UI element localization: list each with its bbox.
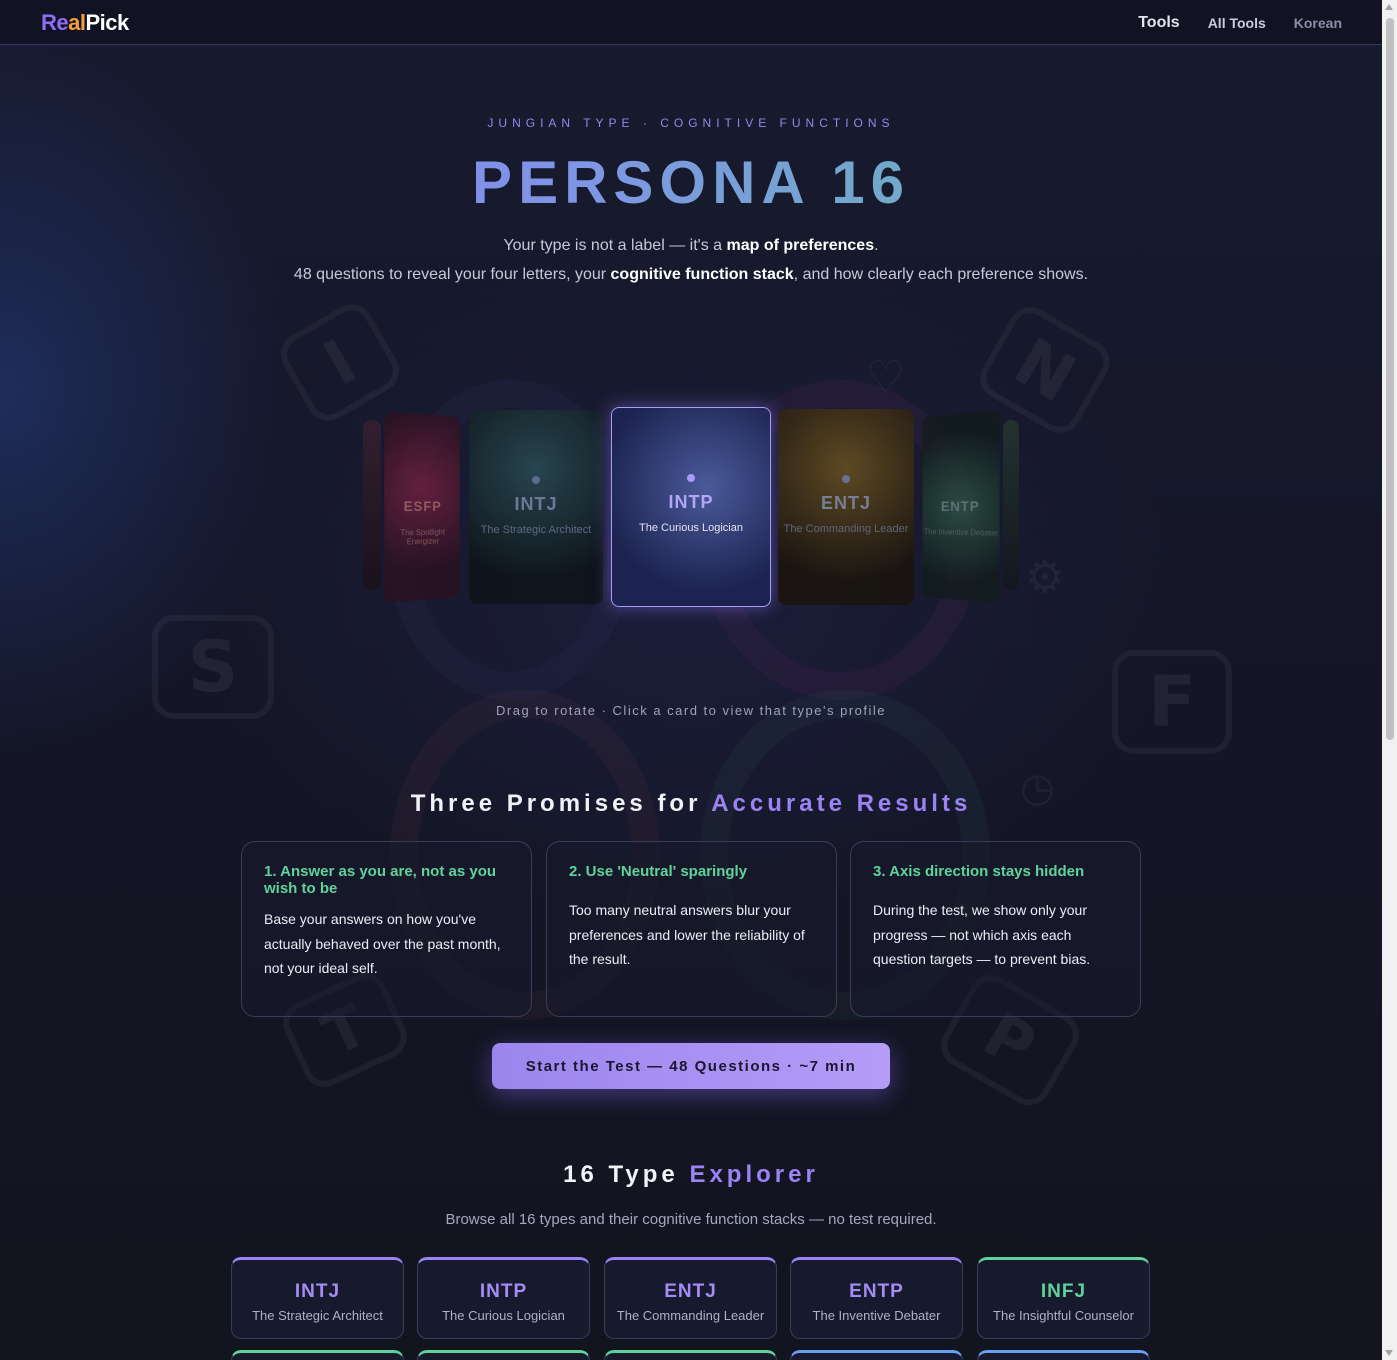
type-code: INTJ — [294, 1281, 341, 1302]
type-card-row2[interactable] — [604, 1350, 777, 1360]
promise-card-2: 2. Use 'Neutral' sparingly Too many neut… — [546, 841, 837, 1017]
scroll-down-arrow-icon[interactable] — [1385, 1350, 1393, 1356]
card-dot-icon — [532, 476, 540, 484]
carousel-card-intp-active[interactable]: INTP The Curious Logician — [611, 407, 771, 607]
card-type-code: ENTP — [940, 497, 980, 515]
explorer-heading-accent: Explorer — [689, 1161, 819, 1188]
explorer-heading-text: 16 Type — [563, 1161, 690, 1188]
decor-letter-f-icon: F — [1112, 650, 1232, 754]
card-dot-icon — [842, 475, 850, 483]
type-card-row2[interactable] — [790, 1350, 963, 1360]
card-type-code: INTJ — [514, 494, 558, 514]
type-card-entp[interactable]: ENTP The Inventive Debater — [790, 1257, 963, 1339]
card-type-nickname: The Strategic Architect — [480, 524, 592, 536]
hero-line1-text: Your type is not a label — it's a — [503, 237, 727, 254]
type-card-intj[interactable]: INTJ The Strategic Architect — [231, 1257, 404, 1339]
carousel-card-edge — [363, 420, 381, 590]
card-type-nickname: The Curious Logician — [639, 522, 743, 534]
decor-heart-icon: ♡ — [866, 352, 906, 403]
carousel-card-intj[interactable]: INTJ The Strategic Architect — [469, 410, 603, 604]
hero-eyebrow: JUNGIAN TYPE · COGNITIVE FUNCTIONS — [487, 116, 895, 130]
carousel-card-esfp[interactable]: ESFP The Spotlight Energizer — [384, 411, 460, 603]
carousel-card-entj[interactable]: ENTJ The Commanding Leader — [778, 409, 914, 605]
promise-body: Base your answers on how you've actually… — [264, 911, 501, 976]
realpick-logo[interactable]: RealPick — [41, 10, 129, 36]
scroll-up-arrow-icon[interactable] — [1385, 4, 1393, 10]
promise-title: 1. Answer as you are, not as you wish to… — [264, 863, 497, 897]
nav-links: Tools All Tools Korean — [1138, 0, 1342, 45]
type-card-intp[interactable]: INTP The Curious Logician — [417, 1257, 590, 1339]
logo-part-al: al — [68, 10, 86, 35]
type-card-row2[interactable] — [231, 1350, 404, 1360]
promise-body: During the test, we show only your progr… — [873, 902, 1091, 967]
hero-subtitle-line1: Your type is not a label — it's a map of… — [0, 237, 1382, 255]
card-type-nickname: The Spotlight Energizer — [400, 527, 445, 547]
type-name: The Strategic Architect — [252, 1308, 383, 1323]
hero-line2-text: 48 questions to reveal your four letters… — [293, 266, 611, 283]
page-title: PERSONA 16 — [0, 148, 1382, 217]
decor-letter-i-icon: I — [272, 296, 408, 429]
type-name: The Inventive Debater — [812, 1308, 941, 1323]
explorer-subtitle: Browse all 16 types and their cognitive … — [445, 1211, 937, 1228]
type-code: INTP — [479, 1281, 528, 1302]
promises-heading-accent: Accurate Results — [711, 790, 972, 817]
carousel-card-edge — [1003, 420, 1019, 590]
card-type-nickname: The Inventive Debater — [923, 527, 999, 538]
type-card-entj[interactable]: ENTJ The Commanding Leader — [604, 1257, 777, 1339]
explorer-heading: 16 Type Explorer — [0, 1161, 1382, 1189]
hero-line1-emphasis: map of preferences — [726, 237, 875, 254]
top-navigation-bar: RealPick Tools All Tools Korean — [0, 0, 1382, 45]
carousel-hint: Drag to rotate · Click a card to view th… — [496, 703, 886, 718]
promise-card-3: 3. Axis direction stays hidden During th… — [850, 841, 1141, 1017]
card-type-nickname: The Commanding Leader — [783, 523, 909, 535]
card-type-code: INTP — [668, 492, 714, 512]
start-test-button[interactable]: Start the Test — 48 Questions · ~7 min — [492, 1043, 890, 1089]
type-code: INFJ — [1040, 1281, 1087, 1302]
hero-subtitle-line2: 48 questions to reveal your four letters… — [0, 266, 1382, 284]
page-scrollbar[interactable] — [1382, 0, 1397, 1360]
promise-card-1: 1. Answer as you are, not as you wish to… — [241, 841, 532, 1017]
type-code: ENTP — [849, 1281, 904, 1302]
language-switch-korean[interactable]: Korean — [1294, 15, 1342, 31]
type-name: The Curious Logician — [442, 1308, 565, 1323]
type-card-row2[interactable] — [977, 1350, 1150, 1360]
promise-title: 2. Use 'Neutral' sparingly — [569, 863, 748, 880]
carousel-card-entp[interactable]: ENTP The Inventive Debater — [922, 411, 1000, 603]
promise-body: Too many neutral answers blur your prefe… — [569, 902, 805, 967]
decor-gear-icon: ⚙ — [1025, 552, 1065, 603]
hero-line1-end: . — [874, 237, 879, 254]
nav-tools-link[interactable]: Tools — [1138, 14, 1179, 32]
card-type-code: ENTJ — [820, 493, 871, 513]
hero-line2-end: , and how clearly each preference shows. — [793, 266, 1089, 283]
nav-all-tools-link[interactable]: All Tools — [1208, 15, 1266, 31]
type-card-row2[interactable] — [417, 1350, 590, 1360]
type-code: ENTJ — [664, 1281, 717, 1302]
card-type-code: ESFP — [403, 497, 442, 515]
scrollbar-thumb[interactable] — [1386, 18, 1394, 740]
type-card-infj[interactable]: INFJ The Insightful Counselor — [977, 1257, 1150, 1339]
type-name: The Commanding Leader — [616, 1308, 765, 1323]
promises-heading: Three Promises for Accurate Results — [0, 790, 1382, 818]
logo-part-pick: Pick — [85, 10, 129, 35]
card-dot-icon — [687, 474, 695, 482]
logo-part-re: Re — [41, 10, 69, 35]
hero-line2-emphasis: cognitive function stack — [610, 266, 794, 283]
promise-title: 3. Axis direction stays hidden — [873, 863, 1085, 880]
promises-heading-text: Three Promises for — [410, 790, 712, 817]
type-name: The Insightful Counselor — [993, 1308, 1134, 1323]
